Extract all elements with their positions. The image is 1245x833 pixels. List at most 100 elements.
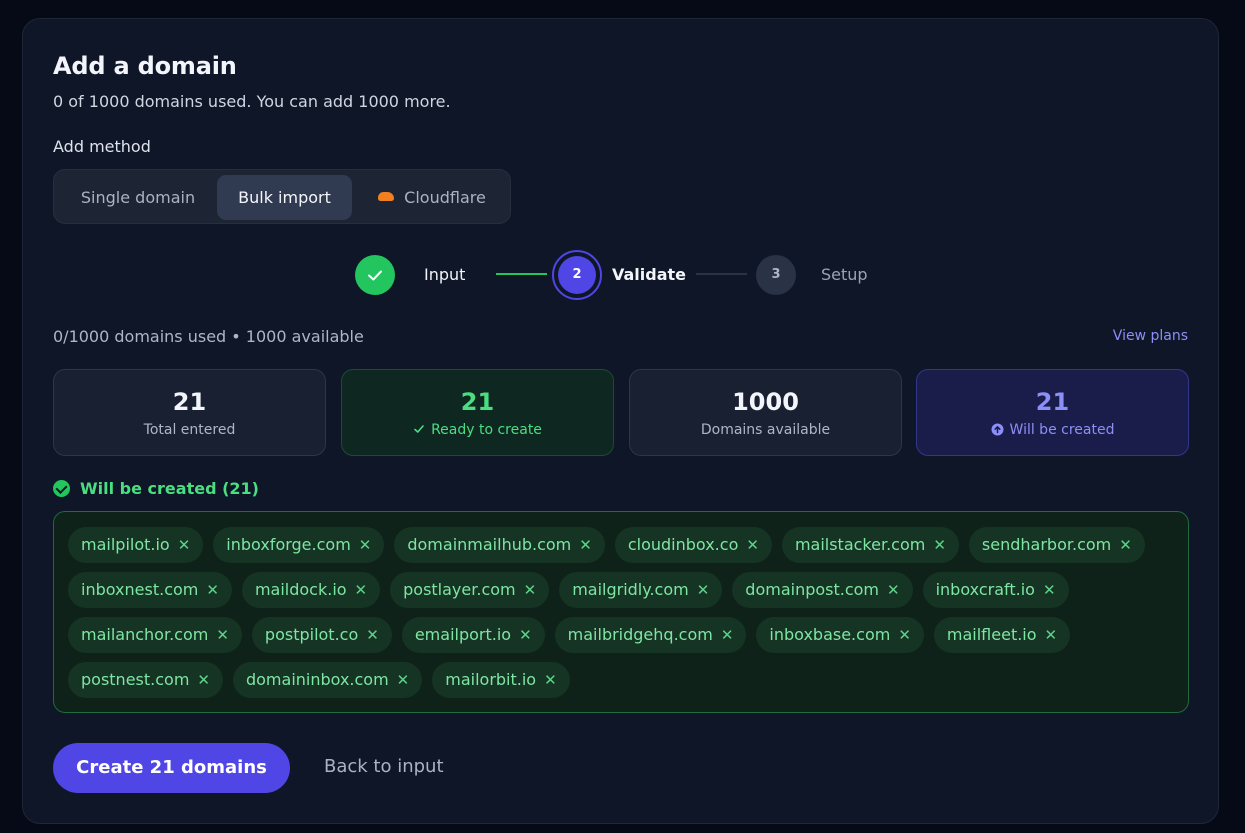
add-method-selector: Single domain Bulk import Cloudflare [53, 169, 511, 224]
step-validate-label: Validate [612, 265, 687, 284]
step-connector-done [496, 273, 547, 275]
step-connector-pending [696, 273, 747, 275]
domain-chip-label: sendharbor.com [981, 535, 1112, 554]
stat-value: 21 [172, 388, 207, 416]
domain-chip: sendharbor.com ✕ [968, 527, 1145, 563]
remove-domain-close-icon[interactable]: ✕ [359, 536, 372, 554]
usage-summary: 0/1000 domains used • 1000 available [53, 327, 364, 346]
remove-domain-close-icon[interactable]: ✕ [1043, 581, 1056, 599]
remove-domain-close-icon[interactable]: ✕ [887, 581, 900, 599]
domain-chip: emailport.io ✕ [401, 617, 545, 653]
domain-chip-label: postpilot.co [264, 625, 359, 644]
domain-chip-label: postlayer.com [403, 580, 516, 599]
check-icon [414, 425, 424, 433]
remove-domain-close-icon[interactable]: ✕ [1045, 626, 1058, 644]
stat-total-entered: 21 Total entered [53, 369, 326, 456]
remove-domain-close-icon[interactable]: ✕ [1119, 536, 1132, 554]
domain-chip: postnest.com ✕ [68, 662, 223, 698]
domain-chip: domaininbox.com ✕ [232, 662, 423, 698]
domain-chip: mailstacker.com ✕ [781, 527, 959, 563]
domain-chip-label: maildock.io [254, 580, 347, 599]
stat-label: Domains available [700, 422, 831, 438]
cloudflare-icon [378, 192, 395, 201]
page-title: Add a domain [53, 52, 237, 80]
stat-label: Will be created [1009, 422, 1115, 438]
step-validate-number: 2 [558, 256, 596, 294]
back-to-input-button[interactable]: Back to input [324, 756, 444, 777]
stat-label: Ready to create [431, 422, 542, 438]
remove-domain-close-icon[interactable]: ✕ [366, 626, 379, 644]
stat-ready-to-create: 21 Ready to create [341, 369, 614, 456]
domain-chip-label: mailbridgehq.com [567, 625, 713, 644]
domain-chip: mailgridly.com ✕ [559, 572, 723, 608]
domain-chip-label: inboxnest.com [81, 580, 199, 599]
remove-domain-close-icon[interactable]: ✕ [397, 671, 410, 689]
domain-chip: maildock.io ✕ [241, 572, 381, 608]
remove-domain-close-icon[interactable]: ✕ [197, 671, 210, 689]
add-domain-card: Add a domain 0 of 1000 domains used. You… [22, 18, 1219, 824]
stat-will-be-created: 21 Will be created [916, 369, 1189, 456]
domain-chip: inboxbase.com ✕ [756, 617, 924, 653]
domain-chip-label: cloudinbox.co [627, 535, 739, 554]
step-setup-number: 3 [756, 255, 796, 295]
domain-chip-label: mailgridly.com [572, 580, 689, 599]
remove-domain-close-icon[interactable]: ✕ [216, 626, 229, 644]
method-cloudflare-button[interactable]: Cloudflare [358, 175, 506, 220]
domain-chip-label: mailstacker.com [794, 535, 926, 554]
domain-chip-label: emailport.io [414, 625, 512, 644]
domain-chip: mailorbit.io ✕ [432, 662, 570, 698]
remove-domain-close-icon[interactable]: ✕ [898, 626, 911, 644]
domain-chips: mailpilot.io ✕ inboxforge.com ✕ domainmailhu… [68, 527, 1178, 698]
create-domains-button[interactable]: Create 21 domains [53, 743, 290, 793]
will-be-created-heading: Will be created (21) [53, 479, 259, 498]
remove-domain-close-icon[interactable]: ✕ [355, 581, 368, 599]
domain-chip: mailanchor.com ✕ [68, 617, 242, 653]
check-circle-icon [53, 480, 70, 497]
domain-chip: postlayer.com ✕ [390, 572, 550, 608]
method-cloudflare-label: Cloudflare [404, 188, 486, 207]
method-bulk-import-button[interactable]: Bulk import [217, 175, 352, 220]
remove-domain-close-icon[interactable]: ✕ [178, 536, 191, 554]
remove-domain-close-icon[interactable]: ✕ [206, 581, 219, 599]
domain-chip-label: inboxforge.com [226, 535, 351, 554]
domain-chip: inboxcraft.io ✕ [922, 572, 1069, 608]
remove-domain-close-icon[interactable]: ✕ [721, 626, 734, 644]
will-be-created-title: Will be created (21) [80, 479, 259, 498]
domain-chip-label: domaininbox.com [245, 670, 389, 689]
domain-chip-label: mailanchor.com [81, 625, 209, 644]
stat-value: 21 [1035, 388, 1070, 416]
remove-domain-close-icon[interactable]: ✕ [519, 626, 532, 644]
domain-chip: domainpost.com ✕ [732, 572, 913, 608]
domain-chip-label: mailpilot.io [81, 535, 170, 554]
domain-chip-label: domainmailhub.com [407, 535, 572, 554]
view-plans-link[interactable]: View plans [1113, 328, 1188, 344]
stat-label-row: Ready to create [342, 422, 613, 438]
domain-chip-label: domainpost.com [745, 580, 880, 599]
domain-chip: inboxforge.com ✕ [213, 527, 385, 563]
remove-domain-close-icon[interactable]: ✕ [746, 536, 759, 554]
page-subtitle: 0 of 1000 domains used. You can add 1000… [53, 92, 451, 111]
domain-chip-label: postnest.com [81, 670, 190, 689]
remove-domain-close-icon[interactable]: ✕ [933, 536, 946, 554]
domain-chip: postpilot.co ✕ [251, 617, 392, 653]
stat-label: Total entered [143, 422, 236, 438]
domain-chip: mailfleet.io ✕ [933, 617, 1071, 653]
domain-chip-label: mailorbit.io [445, 670, 537, 689]
domain-chip: mailbridgehq.com ✕ [554, 617, 747, 653]
remove-domain-close-icon[interactable]: ✕ [524, 581, 537, 599]
step-validate-ring: 2 [552, 250, 602, 300]
method-single-domain-button[interactable]: Single domain [60, 175, 216, 220]
remove-domain-close-icon[interactable]: ✕ [544, 671, 557, 689]
step-input-label: Input [424, 265, 466, 284]
domain-chip-label: inboxcraft.io [935, 580, 1035, 599]
domains-list: mailpilot.io ✕ inboxforge.com ✕ domainmailhu… [53, 511, 1189, 713]
domain-chip: mailpilot.io ✕ [68, 527, 204, 563]
domain-chip: cloudinbox.co ✕ [614, 527, 772, 563]
add-method-label: Add method [53, 137, 151, 156]
step-input-check-icon [355, 255, 395, 295]
remove-domain-close-icon[interactable]: ✕ [697, 581, 710, 599]
domain-chip: domainmailhub.com ✕ [394, 527, 605, 563]
domain-chip-label: mailfleet.io [946, 625, 1037, 644]
remove-domain-close-icon[interactable]: ✕ [579, 536, 592, 554]
stat-domains-available: 1000 Domains available [629, 369, 902, 456]
